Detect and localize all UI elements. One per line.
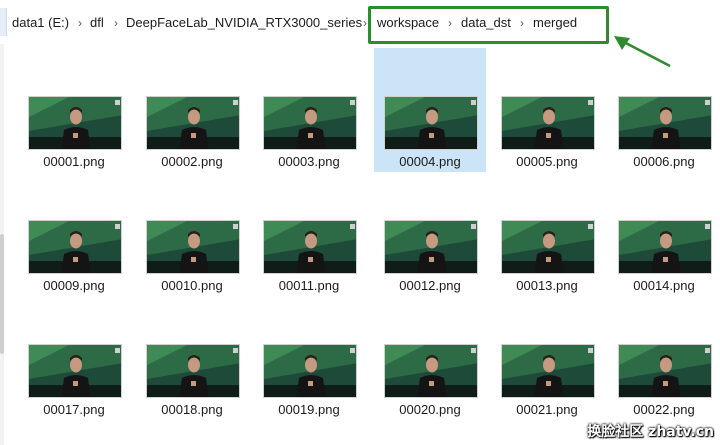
file-item[interactable]: 00019.png: [253, 296, 365, 420]
file-name[interactable]: 00004.png: [374, 154, 486, 170]
address-bar[interactable]: data1 (E:) › dfl › DeepFaceLab_NVIDIA_RT…: [0, 0, 720, 68]
file-name[interactable]: 00020.png: [374, 402, 486, 418]
file-name[interactable]: 00003.png: [253, 154, 365, 170]
file-item[interactable]: 00014.png: [608, 172, 720, 296]
file-item[interactable]: 00009.png: [18, 172, 130, 296]
file-item[interactable]: 00012.png: [374, 172, 486, 296]
file-name[interactable]: 00001.png: [18, 154, 130, 170]
breadcrumb-item-dfl[interactable]: dfl: [90, 14, 104, 32]
file-name[interactable]: 00017.png: [18, 402, 130, 418]
breadcrumb-item-data-dst[interactable]: data_dst: [461, 14, 511, 32]
file-thumbnail[interactable]: [28, 220, 122, 274]
file-thumbnail[interactable]: [28, 96, 122, 150]
file-thumbnail[interactable]: [263, 220, 357, 274]
chevron-right-icon[interactable]: ›: [114, 14, 118, 32]
file-thumbnail[interactable]: [384, 344, 478, 398]
file-item[interactable]: 00020.png: [374, 296, 486, 420]
file-name[interactable]: 00022.png: [608, 402, 720, 418]
file-item[interactable]: 00018.png: [136, 296, 248, 420]
file-item[interactable]: 00003.png: [253, 48, 365, 172]
file-item[interactable]: 00010.png: [136, 172, 248, 296]
file-name[interactable]: 00010.png: [136, 278, 248, 294]
file-item[interactable]: 00011.png: [253, 172, 365, 296]
file-name[interactable]: 00018.png: [136, 402, 248, 418]
file-thumbnail[interactable]: [146, 344, 240, 398]
address-bar-left-edge: [0, 8, 7, 36]
file-item[interactable]: 00013.png: [491, 172, 603, 296]
breadcrumb-item-workspace[interactable]: workspace: [377, 14, 439, 32]
file-thumbnail[interactable]: [618, 220, 712, 274]
file-thumbnail[interactable]: [618, 344, 712, 398]
file-thumbnail[interactable]: [501, 96, 595, 150]
file-thumbnail[interactable]: [618, 96, 712, 150]
file-item[interactable]: 00017.png: [18, 296, 130, 420]
file-item[interactable]: 00005.png: [491, 48, 603, 172]
file-name[interactable]: 00006.png: [608, 154, 720, 170]
file-thumbnail[interactable]: [263, 96, 357, 150]
file-name[interactable]: 00013.png: [491, 278, 603, 294]
file-item[interactable]: 00021.png: [491, 296, 603, 420]
chevron-right-icon[interactable]: ›: [448, 14, 452, 32]
scrollbar[interactable]: [0, 44, 4, 445]
file-thumbnail[interactable]: [28, 344, 122, 398]
chevron-right-icon[interactable]: ›: [363, 14, 367, 32]
file-item[interactable]: 00002.png: [136, 48, 248, 172]
file-thumbnail[interactable]: [384, 220, 478, 274]
breadcrumb-item-merged[interactable]: merged: [533, 14, 577, 32]
breadcrumb-item-deepfacelab[interactable]: DeepFaceLab_NVIDIA_RTX3000_series: [126, 14, 362, 32]
file-grid[interactable]: 00001.png 00002.png 00003.png 00004.png …: [0, 44, 720, 445]
file-name[interactable]: 00019.png: [253, 402, 365, 418]
file-item[interactable]: 00004.png: [374, 48, 486, 172]
file-name[interactable]: 00014.png: [608, 278, 720, 294]
file-item[interactable]: 00001.png: [18, 48, 130, 172]
breadcrumb-item-drive[interactable]: data1 (E:): [12, 14, 69, 32]
file-thumbnail[interactable]: [501, 344, 595, 398]
file-name[interactable]: 00002.png: [136, 154, 248, 170]
file-thumbnail[interactable]: [146, 96, 240, 150]
file-thumbnail[interactable]: [146, 220, 240, 274]
file-item[interactable]: 00022.png: [608, 296, 720, 420]
file-thumbnail[interactable]: [384, 96, 478, 150]
chevron-right-icon[interactable]: ›: [78, 14, 82, 32]
file-item[interactable]: 00006.png: [608, 48, 720, 172]
file-thumbnail[interactable]: [501, 220, 595, 274]
file-name[interactable]: 00012.png: [374, 278, 486, 294]
watermark: 换脸社区 zhatv.cn: [587, 424, 714, 440]
chevron-right-icon[interactable]: ›: [520, 14, 524, 32]
file-name[interactable]: 00009.png: [18, 278, 130, 294]
file-name[interactable]: 00021.png: [491, 402, 603, 418]
file-name[interactable]: 00011.png: [253, 278, 365, 294]
file-name[interactable]: 00005.png: [491, 154, 603, 170]
file-thumbnail[interactable]: [263, 344, 357, 398]
